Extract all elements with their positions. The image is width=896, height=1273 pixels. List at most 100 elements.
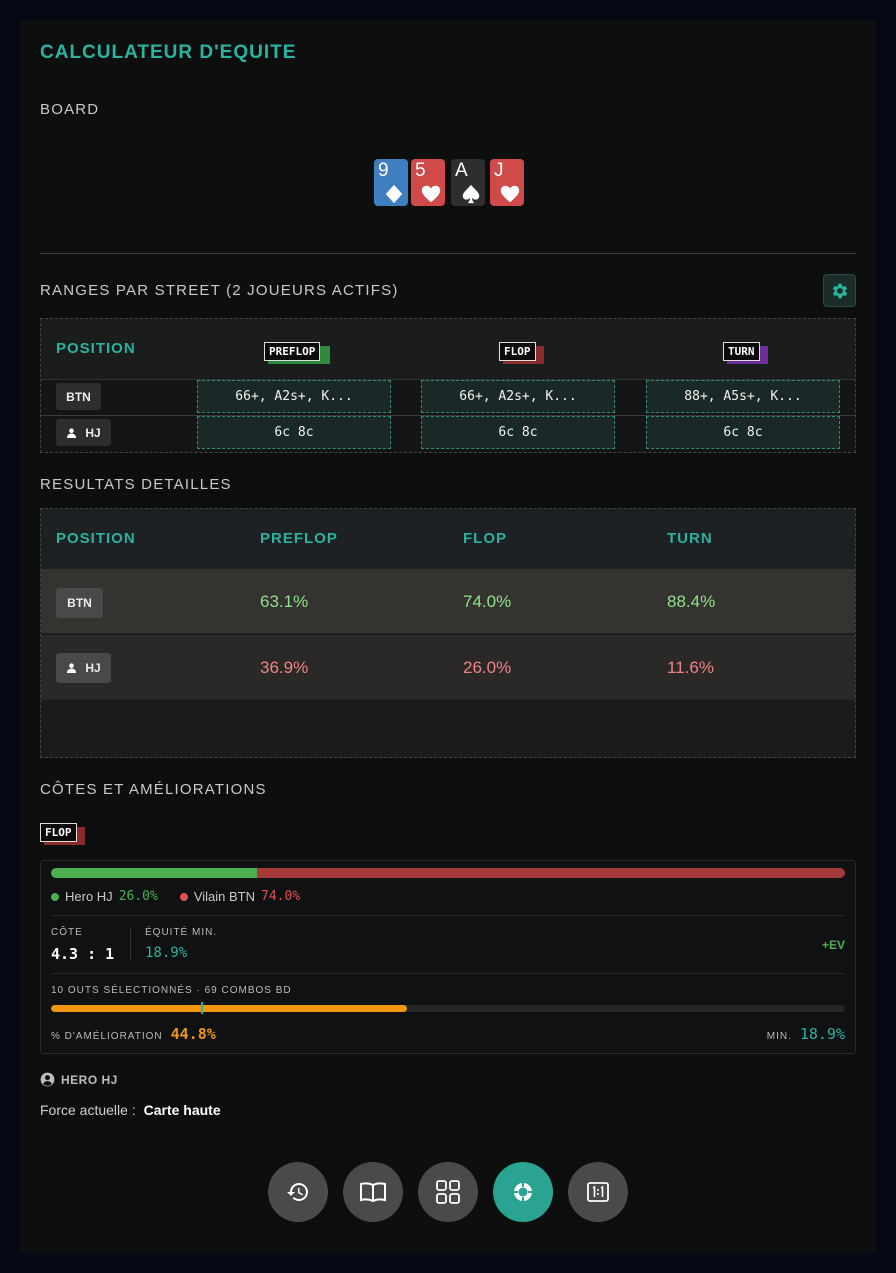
chip-icon [514, 1183, 532, 1201]
hero-legend: Hero HJ 26.0% Vilain BTN 74.0% [51, 889, 300, 904]
outs-text: 10 OUTS SÉLECTIONNÉS · 69 COMBOS BD [51, 985, 292, 996]
range-cell-hj-turn[interactable]: 6c 8c [646, 416, 840, 449]
range-cell-btn-preflop[interactable]: 66+, A2s+, K... [197, 380, 391, 413]
range-cell-btn-flop[interactable]: 66+, A2s+, K... [421, 380, 615, 413]
position-label: HJ [85, 661, 101, 675]
improvement-bar-fill [51, 1005, 407, 1012]
cote-value: 4.3 : 1 [51, 945, 115, 963]
hero-force: Force actuelle : Carte haute [40, 1102, 221, 1118]
cote-label: CÔTE [51, 927, 83, 938]
book-icon [360, 1182, 386, 1203]
divider [51, 915, 845, 916]
equity-btn-preflop: 63.1% [260, 592, 309, 611]
results-table-header: POSITION PREFLOP FLOP TURN [41, 509, 855, 569]
grid-button[interactable] [418, 1162, 478, 1222]
main-panel: CALCULATEUR D'EQUITE BOARD 9 5 A J RANGE… [20, 20, 876, 1253]
equity-hj-turn: 11.6% [667, 658, 714, 677]
board-card[interactable]: A [451, 159, 485, 206]
position-label: BTN [66, 389, 91, 404]
improvement-value: 44.8% [170, 1025, 216, 1043]
hero-legend-label: Hero HJ [65, 889, 113, 904]
improvement-label: % D'AMÉLIORATION [51, 1031, 163, 1042]
villain-legend-value: 74.0% [261, 889, 301, 904]
results-header-preflop: PREFLOP [260, 530, 338, 547]
equity-btn-turn: 88.4% [667, 592, 716, 611]
odds-card: Hero HJ 26.0% Vilain BTN 74.0% CÔTE 4.3 … [40, 860, 856, 1054]
card-rank: J [494, 160, 504, 181]
gear-icon [832, 283, 847, 298]
improvement-bar [51, 1005, 845, 1012]
one-to-one-button[interactable] [568, 1162, 628, 1222]
ranges-table-header: POSITION PREFLOP FLOP TURN [41, 319, 855, 380]
position-badge-btn: BTN [56, 383, 101, 410]
card-rank: 9 [378, 160, 389, 181]
history-button[interactable] [268, 1162, 328, 1222]
force-value: Carte haute [143, 1102, 221, 1118]
spade-icon [462, 184, 480, 204]
equity-hj-preflop: 36.9% [260, 658, 309, 677]
settings-button[interactable] [823, 274, 856, 307]
force-label: Force actuelle : [40, 1102, 136, 1118]
divider [51, 973, 845, 974]
equity-button[interactable] [493, 1162, 553, 1222]
range-cell-hj-preflop[interactable]: 6c 8c [197, 416, 391, 449]
user-circle-icon [40, 1072, 55, 1087]
street-tag-preflop: PREFLOP [264, 342, 321, 361]
min-label: MIN. [766, 1031, 792, 1042]
position-badge-hj: HJ [56, 419, 111, 446]
position-label: BTN [67, 596, 92, 610]
board-label: BOARD [40, 101, 100, 118]
equity-bar-hero [51, 868, 257, 878]
equity-bar [51, 868, 845, 878]
book-button[interactable] [343, 1162, 403, 1222]
equity-min-value: 18.9% [145, 945, 188, 961]
min-equity-marker [201, 1002, 203, 1014]
min-value: 18.9% [799, 1025, 845, 1043]
results-table: POSITION PREFLOP FLOP TURN BTN 63.1% 74.… [40, 508, 856, 758]
range-cell-btn-turn[interactable]: 88+, A5s+, K... [646, 380, 840, 413]
divider [40, 253, 856, 254]
improvement-row: % D'AMÉLIORATION 44.8% [51, 1025, 216, 1043]
hero-header: HERO HJ [40, 1072, 118, 1087]
odds-label: CÔTES ET AMÉLIORATIONS [40, 781, 267, 798]
results-header-position: POSITION [56, 530, 136, 547]
diamond-icon [385, 184, 403, 204]
street-tag-flop: FLOP [40, 823, 77, 842]
hero-title: HERO HJ [61, 1072, 118, 1087]
villain-dot [179, 892, 188, 901]
results-header-turn: TURN [667, 530, 713, 547]
board-card[interactable]: J [490, 159, 524, 206]
board-card[interactable]: 9 [374, 159, 408, 206]
equity-hj-flop: 26.0% [463, 658, 512, 677]
one-to-one-icon [587, 1182, 609, 1202]
card-rank: 5 [415, 160, 426, 181]
hero-legend-value: 26.0% [118, 889, 158, 904]
equity-min-label: ÉQUITÉ MIN. [145, 927, 218, 938]
heart-icon [500, 185, 520, 203]
hero-dot [51, 892, 59, 901]
user-icon [67, 427, 77, 438]
results-label: RESULTATS DETAILLES [40, 476, 232, 493]
equity-btn-flop: 74.0% [463, 592, 512, 611]
user-icon [67, 663, 77, 674]
heart-icon [421, 185, 441, 203]
street-tag-flop: FLOP [499, 342, 536, 361]
board-card[interactable]: 5 [411, 159, 445, 206]
page-title: CALCULATEUR D'EQUITE [40, 42, 297, 63]
equity-bar-villain [257, 868, 845, 878]
ev-badge: +EV [821, 938, 845, 952]
ranges-label: RANGES PAR STREET (2 JOUEURS ACTIFS) [40, 282, 399, 299]
grid-icon [436, 1180, 460, 1204]
position-label: HJ [85, 425, 101, 440]
min-row: MIN. 18.9% [767, 1025, 845, 1043]
history-icon [287, 1183, 308, 1201]
position-badge-hj: HJ [56, 653, 111, 683]
position-header: POSITION [56, 340, 136, 357]
divider [130, 927, 131, 961]
ranges-table: POSITION PREFLOP FLOP TURN BTN 66+, A2s+… [40, 318, 856, 453]
card-rank: A [455, 160, 468, 181]
range-cell-hj-flop[interactable]: 6c 8c [421, 416, 615, 449]
results-row-btn: BTN 63.1% 74.0% 88.4% [41, 569, 855, 634]
street-tag-turn: TURN [723, 342, 760, 361]
villain-legend-label: Vilain BTN [193, 889, 256, 904]
